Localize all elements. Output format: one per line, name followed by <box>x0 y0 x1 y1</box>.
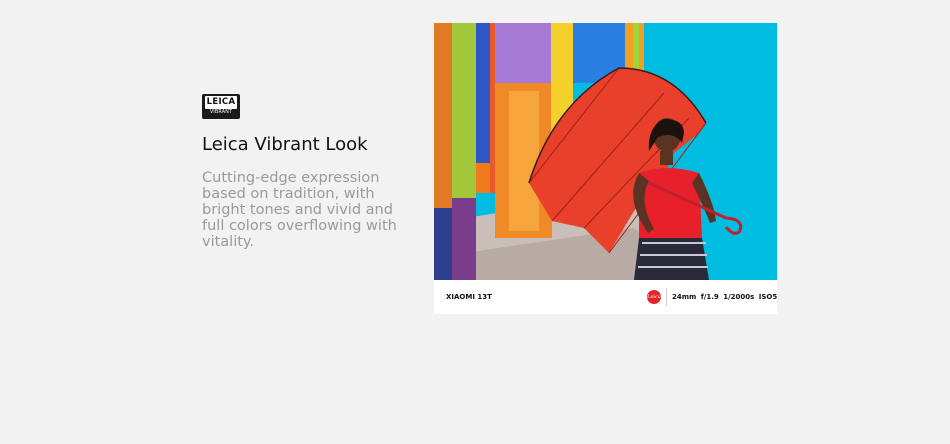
feature-title: Leica Vibrant Look <box>202 134 368 155</box>
info-divider <box>666 288 667 306</box>
camera-model: XIAOMI 13T <box>446 293 492 301</box>
feature-description: Cutting-edge expression based on traditi… <box>202 170 397 250</box>
badge-sub-label: VIBRANT <box>209 110 233 115</box>
sample-photo-card: XIAOMI 13T Leica 24mm f/1.9 1/2000s ISO5… <box>434 23 777 314</box>
shot-parameters: 24mm f/1.9 1/2000s ISO50 <box>672 293 777 301</box>
leica-logo-icon: Leica <box>647 290 661 304</box>
sample-photo <box>434 23 777 280</box>
badge-main-label: LEICA <box>205 96 237 109</box>
photo-info-bar: XIAOMI 13T Leica 24mm f/1.9 1/2000s ISO5… <box>434 280 777 314</box>
leica-vibrant-badge: LEICA VIBRANT <box>202 94 240 119</box>
